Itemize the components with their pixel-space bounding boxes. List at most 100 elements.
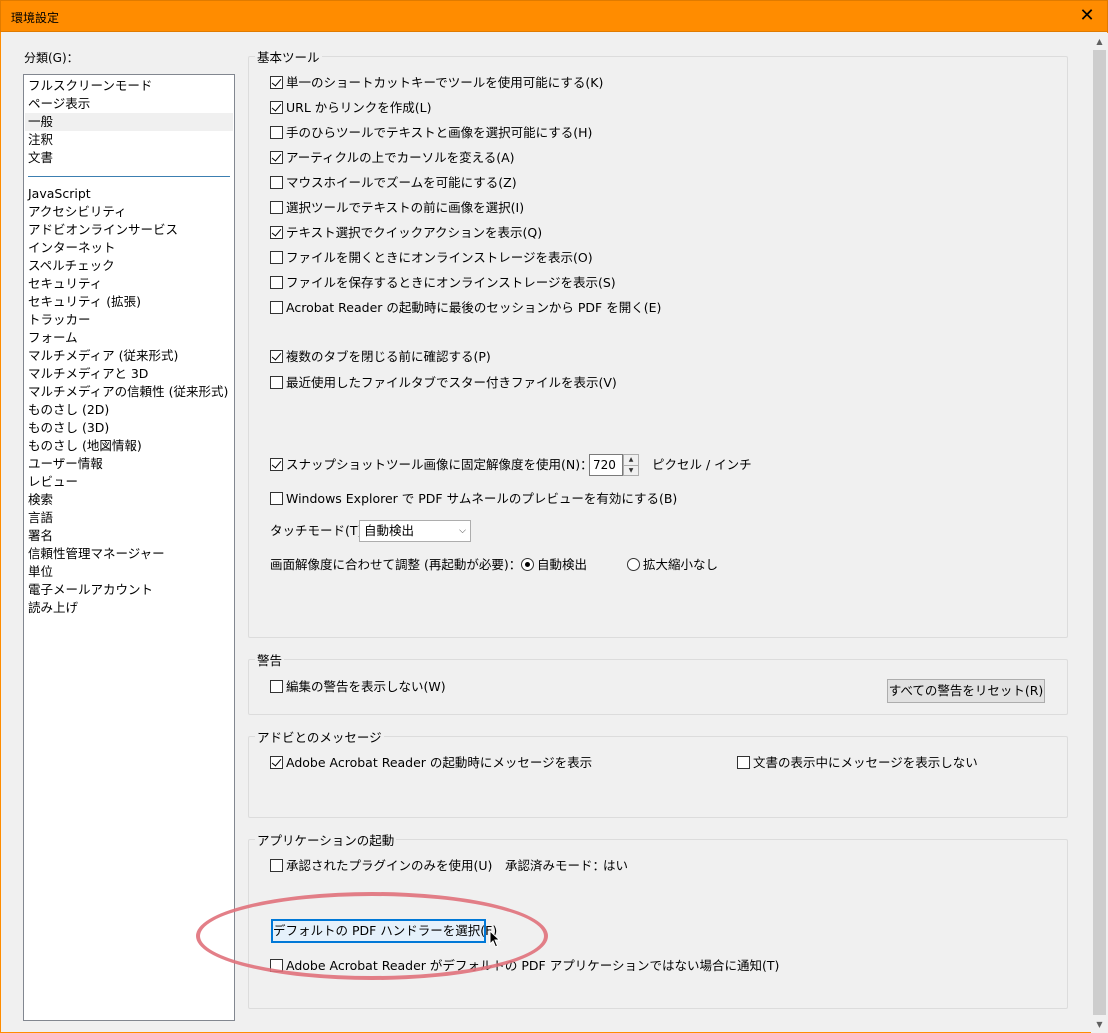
option-row[interactable]: Adobe Acrobat Reader がデフォルトの PDF アプリケーショ…	[270, 957, 779, 975]
category-item[interactable]: スペルチェック	[28, 257, 115, 275]
option-label: 複数のタブを閉じる前に確認する(P)	[286, 349, 491, 364]
option-label: ファイルを保存するときにオンラインストレージを表示(S)	[286, 275, 616, 290]
category-item[interactable]: 注釈	[28, 131, 53, 149]
checkbox[interactable]	[737, 756, 750, 769]
radio-button[interactable]	[521, 558, 534, 571]
basic-tools-group	[248, 56, 1068, 638]
radio-button[interactable]	[627, 558, 640, 571]
checkbox[interactable]	[270, 859, 283, 872]
checkbox[interactable]	[270, 226, 283, 239]
category-item[interactable]: インターネット	[28, 239, 116, 257]
category-item[interactable]: 電子メールアカウント	[28, 581, 153, 599]
category-item[interactable]: 検索	[28, 491, 53, 509]
checkbox[interactable]	[270, 680, 283, 693]
option-label: マウスホイールでズームを可能にする(Z)	[286, 175, 517, 190]
category-item[interactable]: アクセシビリティ	[28, 203, 127, 221]
option-row[interactable]: ファイルを保存するときにオンラインストレージを表示(S)	[270, 274, 616, 292]
category-item[interactable]: マルチメディアと 3D	[28, 365, 148, 383]
checkbox[interactable]	[270, 959, 283, 972]
checkbox[interactable]	[270, 176, 283, 189]
option-row[interactable]: URL からリンクを作成(L)	[270, 99, 432, 117]
reset-warnings-button[interactable]: すべての警告をリセット(R)	[887, 679, 1045, 703]
option-label: 単一のショートカットキーでツールを使用可能にする(K)	[286, 75, 604, 90]
option-row[interactable]: 承認されたプラグインのみを使用(U)	[270, 857, 492, 875]
option-label: 最近使用したファイルタブでスター付きファイルを表示(V)	[286, 375, 617, 390]
category-item[interactable]: JavaScript	[28, 185, 91, 203]
checkbox[interactable]	[270, 76, 283, 89]
option-row[interactable]: ファイルを開くときにオンラインストレージを表示(O)	[270, 249, 593, 267]
option-label: 文書の表示中にメッセージを表示しない	[753, 755, 978, 770]
option-row[interactable]: 単一のショートカットキーでツールを使用可能にする(K)	[270, 74, 603, 92]
option-row[interactable]: テキスト選択でクイックアクションを表示(Q)	[270, 224, 542, 242]
startup-legend: アプリケーションの起動	[255, 830, 397, 849]
checkbox[interactable]	[270, 151, 283, 164]
option-label: Windows Explorer で PDF サムネールのプレビューを有効にする…	[286, 491, 678, 506]
messages-group	[248, 736, 1068, 818]
category-item[interactable]: ものさし (地図情報)	[28, 437, 142, 455]
default-pdf-handler-button[interactable]: デフォルトの PDF ハンドラーを選択(F)	[271, 919, 497, 943]
checkbox[interactable]	[270, 376, 283, 389]
checkbox[interactable]	[270, 101, 283, 114]
close-icon[interactable]: ✕	[1077, 5, 1097, 27]
vertical-scrollbar[interactable]: ▲ ▼	[1091, 33, 1108, 1033]
spin-up-icon[interactable]: ▲	[624, 455, 638, 465]
touch-mode-select[interactable]: 自動検出 ⌵	[359, 520, 471, 542]
radio-label: 自動検出	[537, 557, 588, 572]
option-row[interactable]: 最近使用したファイルタブでスター付きファイルを表示(V)	[270, 374, 617, 392]
scroll-thumb[interactable]	[1093, 50, 1106, 1015]
category-item[interactable]: 言語	[28, 509, 53, 527]
checkbox[interactable]	[270, 301, 283, 314]
category-item[interactable]: フルスクリーンモード	[28, 77, 152, 95]
option-label: 手のひらツールでテキストと画像を選択可能にする(H)	[286, 125, 593, 140]
category-item-selected[interactable]: 一般	[25, 113, 233, 131]
category-item[interactable]: 文書	[28, 149, 53, 167]
category-item[interactable]: ユーザー情報	[28, 455, 103, 473]
category-item[interactable]: ものさし (3D)	[28, 419, 109, 437]
option-row[interactable]: 複数のタブを閉じる前に確認する(P)	[270, 348, 491, 366]
option-row[interactable]: 文書の表示中にメッセージを表示しない	[737, 754, 978, 772]
scroll-down-icon[interactable]: ▼	[1091, 1016, 1108, 1033]
messages-legend: アドビとのメッセージ	[255, 727, 384, 746]
radio-no-scale[interactable]: 拡大縮小なし	[627, 556, 718, 574]
radio-auto[interactable]: 自動検出	[521, 556, 587, 574]
category-item[interactable]: セキュリティ (拡張)	[28, 293, 141, 311]
option-row[interactable]: 編集の警告を表示しない(W)	[270, 678, 446, 696]
category-item[interactable]: レビュー	[28, 473, 78, 491]
category-item[interactable]: 信頼性管理マネージャー	[28, 545, 165, 563]
checkbox[interactable]	[270, 251, 283, 264]
category-item[interactable]: 読み上げ	[28, 599, 78, 617]
category-item[interactable]: 単位	[28, 563, 53, 581]
resolution-spinner[interactable]: ▲ ▼	[623, 454, 639, 476]
category-item[interactable]: マルチメディアの信頼性 (従来形式)	[28, 383, 228, 401]
checkbox[interactable]	[270, 756, 283, 769]
option-row[interactable]: アーティクルの上でカーソルを変える(A)	[270, 149, 515, 167]
option-row[interactable]: Adobe Acrobat Reader の起動時にメッセージを表示	[270, 754, 592, 772]
category-item[interactable]: フォーム	[28, 329, 78, 347]
checkbox[interactable]	[270, 492, 283, 505]
spin-down-icon[interactable]: ▼	[624, 465, 638, 475]
checkbox[interactable]	[270, 126, 283, 139]
category-item[interactable]: ページ表示	[28, 95, 90, 113]
option-row[interactable]: Acrobat Reader の起動時に最後のセッションから PDF を開く(E…	[270, 299, 661, 317]
option-label: Adobe Acrobat Reader がデフォルトの PDF アプリケーショ…	[286, 958, 780, 973]
option-row[interactable]: マウスホイールでズームを可能にする(Z)	[270, 174, 517, 192]
certified-mode-label: 承認済みモード：	[505, 858, 606, 873]
category-item[interactable]: セキュリティ	[28, 275, 102, 293]
scroll-up-icon[interactable]: ▲	[1091, 33, 1108, 50]
category-item[interactable]: ものさし (2D)	[28, 401, 109, 419]
category-item[interactable]: マルチメディア (従来形式)	[28, 347, 178, 365]
mouse-cursor-icon	[489, 930, 501, 948]
checkbox[interactable]	[270, 458, 283, 471]
category-item[interactable]: トラッカー	[28, 311, 91, 329]
option-row[interactable]: 選択ツールでテキストの前に画像を選択(I)	[270, 199, 524, 217]
category-item[interactable]: 署名	[28, 527, 53, 545]
option-row[interactable]: 手のひらツールでテキストと画像を選択可能にする(H)	[270, 124, 592, 142]
checkbox[interactable]	[270, 276, 283, 289]
snapshot-row[interactable]: スナップショットツール画像に固定解像度を使用(N)：	[270, 456, 593, 474]
checkbox[interactable]	[270, 350, 283, 363]
category-item[interactable]: アドビオンラインサービス	[28, 221, 178, 239]
category-list[interactable]: フルスクリーンモード ページ表示 一般 注釈 文書 JavaScript アクセ…	[23, 74, 235, 1021]
snapshot-resolution-input[interactable]: 720	[589, 454, 623, 476]
option-row[interactable]: Windows Explorer で PDF サムネールのプレビューを有効にする…	[270, 490, 677, 508]
checkbox[interactable]	[270, 201, 283, 214]
